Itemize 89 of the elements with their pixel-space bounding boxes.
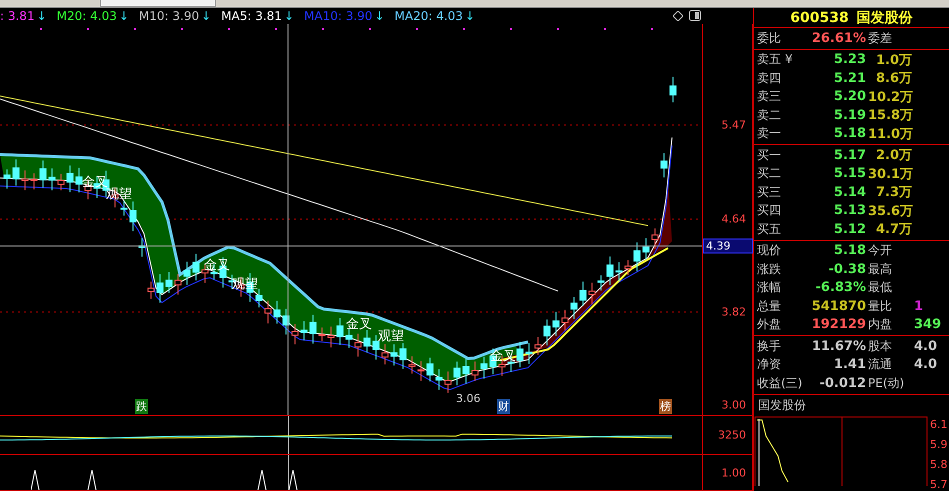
indicator-tick: 1.00 <box>722 466 746 480</box>
order-level-label: 卖二 <box>757 106 781 124</box>
event-tag[interactable]: 跌 <box>135 399 148 414</box>
price-tick: 3.00 <box>722 398 746 412</box>
order-volume: 7.3万 <box>874 184 912 202</box>
indicator-value: M20: 4.03 ↓ <box>56 9 129 23</box>
order-level-label: 买三 <box>757 184 781 201</box>
price-tick: 5.47 <box>722 118 746 132</box>
row-label: 最高 <box>868 260 892 278</box>
order-price: 5.19 <box>832 108 866 123</box>
order-volume: 8.6万 <box>874 70 912 88</box>
indicator-value: MA5: 3.81 ↓ <box>221 9 294 23</box>
price-tick: 3.82 <box>722 306 746 319</box>
order-volume: 2.0万 <box>874 147 912 164</box>
order-price: 5.21 <box>832 70 866 86</box>
row-value: 541870 <box>810 298 866 314</box>
indicator-value: : 3.81 ↓ <box>0 9 47 23</box>
row-value: 11.67% <box>810 338 866 354</box>
order-level-label: 卖一 <box>757 125 781 142</box>
order-level-label: 买四 <box>757 202 781 220</box>
order-level-label: 卖五 ¥ <box>757 51 793 68</box>
row-label: 委差 <box>868 30 892 47</box>
row-label: 涨跌 <box>757 260 781 278</box>
order-price: 5.13 <box>832 203 866 218</box>
order-price: 5.23 <box>832 52 866 68</box>
row-value: 4.0 <box>914 338 938 354</box>
row-label: 净资 <box>757 356 781 374</box>
order-price: 5.14 <box>832 184 866 200</box>
order-volume: 30.1万 <box>868 166 912 183</box>
stock-code: 600538 <box>790 10 849 26</box>
indicator-value: MA10: 3.90 ↓ <box>304 9 384 23</box>
row-label: 总量 <box>757 298 781 315</box>
row-value: -6.83% <box>814 280 866 296</box>
row-label: 换手 <box>757 338 781 355</box>
stock-name: 国发股份 <box>856 8 913 26</box>
order-level-label: 买一 <box>757 146 781 164</box>
order-volume: 10.2万 <box>868 88 912 106</box>
cursor-price-label: 4.39 <box>703 238 753 254</box>
row-label: 内盘 <box>868 316 892 334</box>
signal-label: 金叉 <box>346 316 372 334</box>
mini-price-tick: 5.7 <box>930 478 948 491</box>
row-label: 今开 <box>868 242 892 260</box>
order-volume: 1.0万 <box>874 52 912 69</box>
order-price: 5.12 <box>832 222 866 237</box>
signal-label: 观望 <box>378 328 404 345</box>
indicator-value: MA20: 4.03 ↓ <box>394 9 475 23</box>
order-level-label: 买二 <box>757 165 781 182</box>
row-value: 5.18 <box>832 243 866 258</box>
diamond-icon[interactable] <box>673 10 683 20</box>
row-label: 流通 <box>868 356 892 374</box>
order-price: 5.15 <box>832 166 866 182</box>
row-value: 349 <box>914 317 942 332</box>
order-volume: 35.6万 <box>868 202 912 220</box>
row-label: 涨幅 <box>757 279 781 296</box>
order-volume: 4.7万 <box>874 221 912 238</box>
volume-tick: 3250 <box>718 428 746 442</box>
row-value: 192129 <box>810 317 866 332</box>
price-tick: 4.64 <box>722 212 746 226</box>
order-price: 5.20 <box>832 89 866 104</box>
indicator-value: M10: 3.90 ↓ <box>138 9 212 23</box>
order-volume: 15.8万 <box>868 107 912 124</box>
mini-price-tick: 5.8 <box>930 458 948 471</box>
row-label: 量比 <box>868 298 892 315</box>
row-value: 4.0 <box>914 357 938 372</box>
event-tag[interactable]: 财 <box>497 399 510 414</box>
row-label: 现价 <box>757 242 781 260</box>
order-price: 5.17 <box>832 148 866 163</box>
mini-price-tick: 5.9 <box>930 438 948 451</box>
mini-chart-title: 国发股份 <box>757 396 807 414</box>
mini-price-tick: 6.1 <box>930 418 948 430</box>
row-label: 外盘 <box>757 316 781 334</box>
order-level-label: 卖三 <box>757 88 781 106</box>
row-value: 26.61% <box>810 30 866 46</box>
row-value: 1 <box>914 298 924 314</box>
panel-toggle-icon[interactable] <box>689 10 701 21</box>
row-value: -0.012 <box>818 376 866 391</box>
order-volume: 11.0万 <box>868 126 912 143</box>
order-level-label: 买五 <box>757 220 781 238</box>
row-label: 股本 <box>868 338 892 355</box>
row-label: 委比 <box>757 30 781 47</box>
row-value: 1.41 <box>832 357 866 372</box>
event-tag[interactable]: 榜 <box>659 399 672 414</box>
row-label: 收益(三) <box>757 374 802 392</box>
low-price-label: 3.06 <box>456 392 480 406</box>
order-level-label: 卖四 <box>757 70 781 87</box>
row-label: PE(动) <box>868 374 904 392</box>
order-price: 5.18 <box>832 126 866 142</box>
row-label: 最低 <box>868 279 892 296</box>
row-value: -0.38 <box>828 262 866 277</box>
